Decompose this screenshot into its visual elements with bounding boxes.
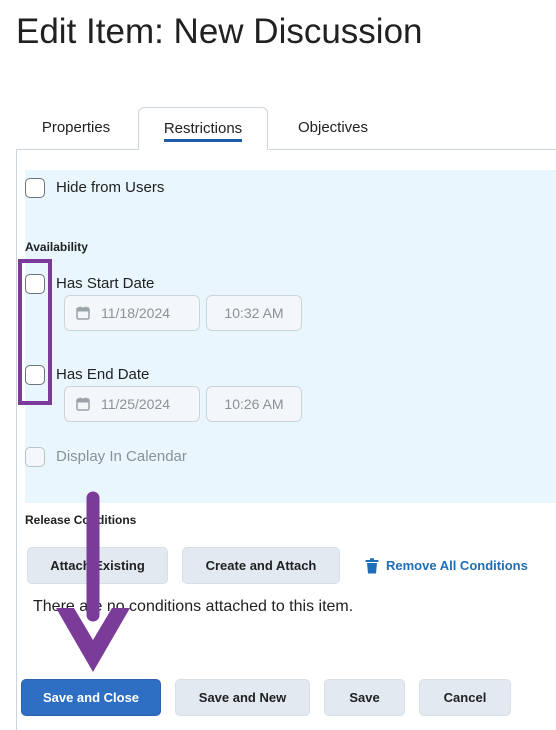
start-date-input[interactable]: 11/18/2024 — [64, 295, 200, 331]
tab-divider-left — [16, 149, 138, 150]
save-and-new-label: Save and New — [198, 690, 287, 705]
attach-existing-button[interactable]: Attach Existing — [27, 547, 168, 584]
has-end-date-checkbox[interactable] — [25, 365, 45, 385]
tab-divider-right — [269, 149, 556, 150]
trash-icon — [365, 558, 379, 574]
no-conditions-message: There are no conditions attached to this… — [33, 598, 354, 615]
release-conditions-heading: Release Conditions — [25, 513, 137, 527]
availability-heading: Availability — [25, 240, 88, 254]
end-time-input[interactable]: 10:26 AM — [206, 386, 302, 422]
start-date-value: 11/18/2024 — [101, 305, 171, 321]
save-button[interactable]: Save — [324, 679, 405, 716]
save-and-close-button[interactable]: Save and Close — [21, 679, 161, 716]
remove-all-conditions-label: Remove All Conditions — [386, 558, 528, 573]
content-border — [16, 149, 17, 730]
tab-restrictions[interactable]: Restrictions — [138, 107, 268, 150]
create-and-attach-button[interactable]: Create and Attach — [182, 547, 340, 584]
tab-bar: Properties Restrictions Objectives — [16, 107, 556, 150]
calendar-icon — [76, 306, 90, 320]
start-time-value: 10:32 AM — [224, 305, 284, 321]
display-in-calendar-checkbox[interactable] — [25, 447, 45, 467]
attach-existing-label: Attach Existing — [50, 558, 145, 573]
save-label: Save — [349, 690, 380, 705]
end-date-input[interactable]: 11/25/2024 — [64, 386, 200, 422]
tab-properties-label: Properties — [41, 119, 111, 136]
cancel-button[interactable]: Cancel — [419, 679, 511, 716]
start-time-input[interactable]: 10:32 AM — [206, 295, 302, 331]
calendar-icon — [76, 397, 90, 411]
tab-objectives[interactable]: Objectives — [276, 107, 390, 149]
hide-from-users-checkbox[interactable] — [25, 178, 45, 198]
cancel-label: Cancel — [443, 690, 487, 705]
end-date-value: 11/25/2024 — [101, 396, 171, 412]
end-time-value: 10:26 AM — [224, 396, 284, 412]
display-in-calendar-label: Display In Calendar — [56, 448, 187, 465]
has-start-date-label: Has Start Date — [56, 275, 155, 292]
save-and-new-button[interactable]: Save and New — [175, 679, 310, 716]
page-title: Edit Item: New Discussion — [16, 12, 423, 51]
tab-restrictions-label: Restrictions — [163, 108, 243, 142]
create-and-attach-label: Create and Attach — [205, 558, 317, 573]
save-and-close-label: Save and Close — [42, 690, 140, 705]
tab-properties[interactable]: Properties — [16, 107, 136, 149]
hide-from-users-label: Hide from Users — [56, 179, 165, 196]
has-start-date-checkbox[interactable] — [25, 274, 45, 294]
tab-objectives-label: Objectives — [297, 119, 369, 136]
has-end-date-label: Has End Date — [56, 366, 150, 383]
